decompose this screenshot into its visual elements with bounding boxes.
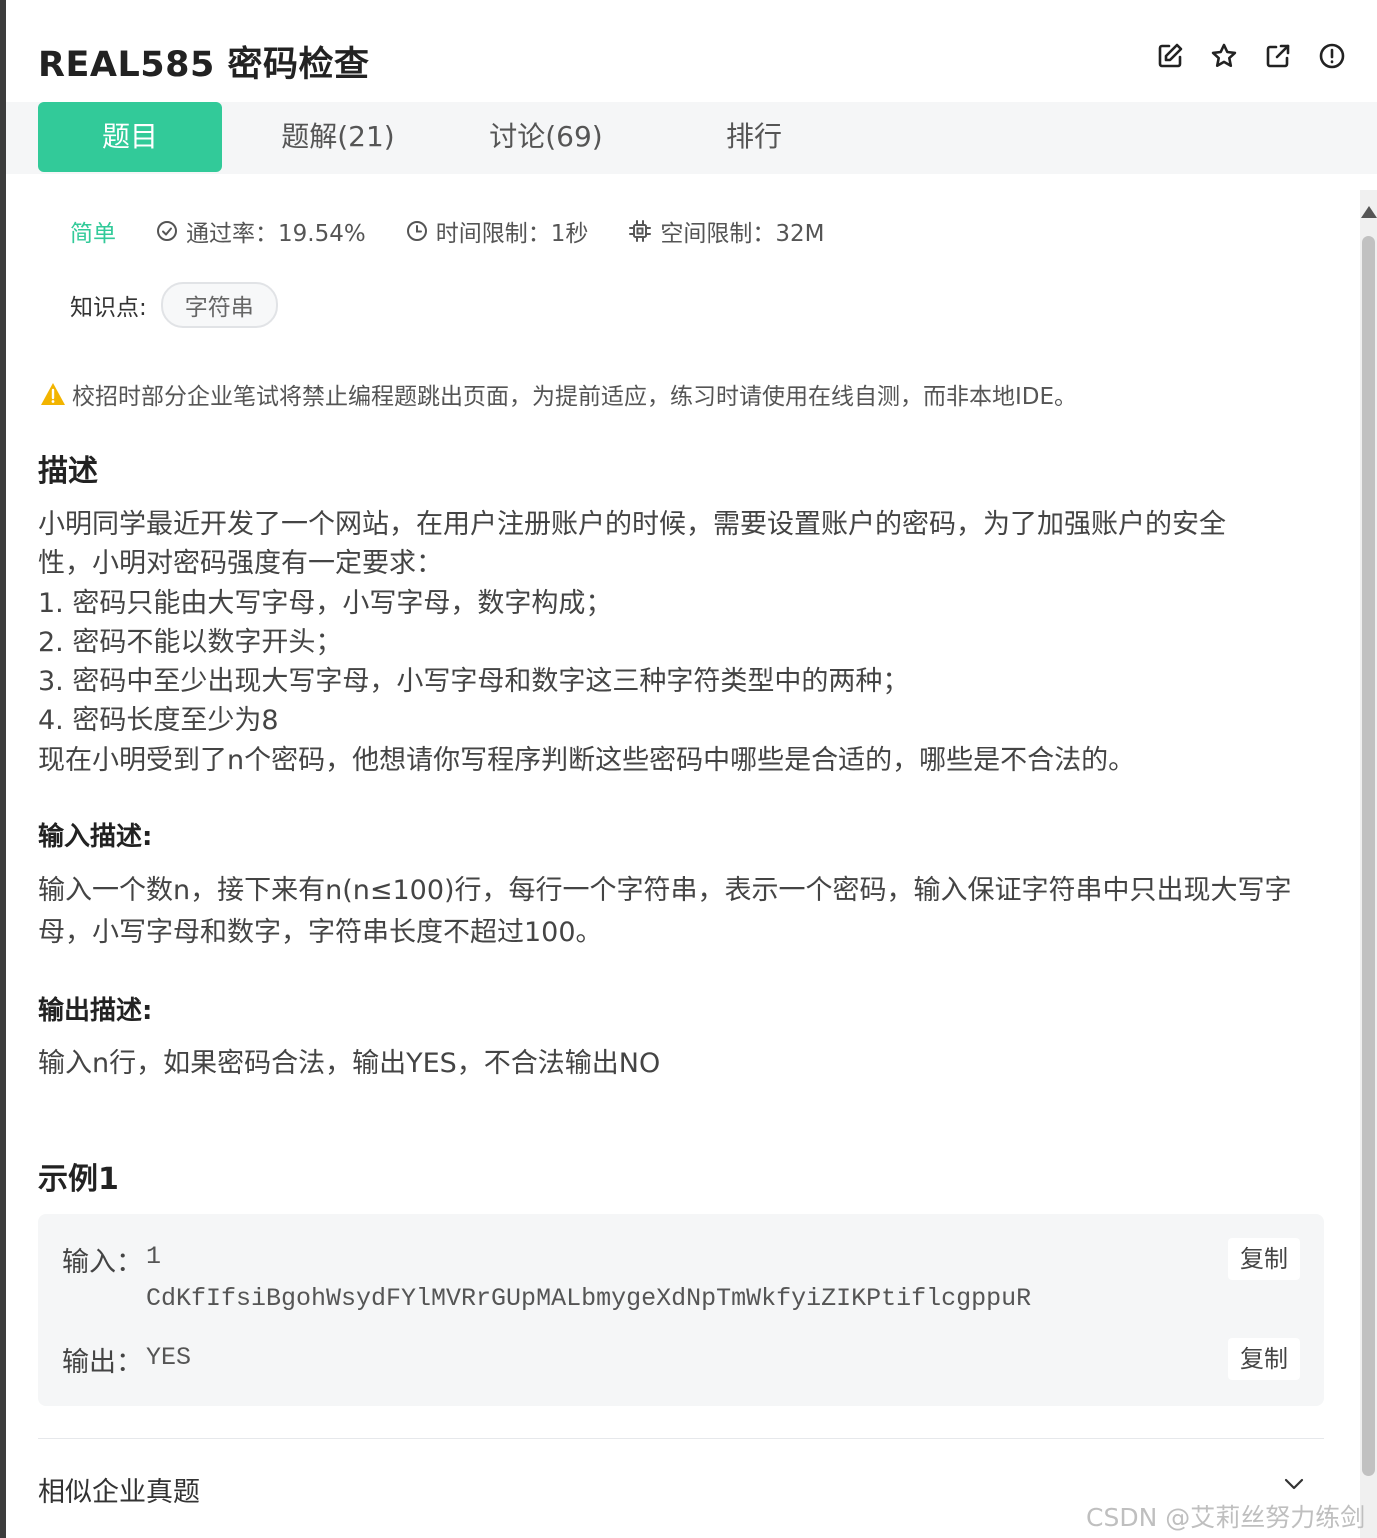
input-desc-line: 输入一个数n，接下来有n(n≤100)行，每行一个字符串，表示一个密码，输入保证… bbox=[38, 875, 1292, 906]
description-heading: 描述 bbox=[38, 454, 98, 489]
report-icon[interactable] bbox=[1316, 40, 1348, 72]
output-desc-heading: 输出描述: bbox=[38, 996, 153, 1026]
example-heading: 示例1 bbox=[38, 1162, 119, 1197]
example-input-value: 1 CdKfIfsiBgohWsydFYlMVRrGUpMALbmygeXdNp… bbox=[146, 1236, 1031, 1320]
description-line: 3. 密码中至少出现大写字母，小写字母和数字这三种字符类型中的两种； bbox=[38, 666, 910, 698]
pass-rate-text: 通过率：19.54% bbox=[186, 221, 366, 247]
description-line: 1. 密码只能由大写字母，小写字母，数字构成； bbox=[38, 587, 613, 619]
problem-content: 简单 通过率：19.54% 时间限制：1秒 空间限制：32M 知识点: 字符串 … bbox=[6, 174, 1360, 1538]
description-line: 2. 密码不能以数字开头； bbox=[38, 626, 343, 658]
time-limit: 时间限制：1秒 bbox=[406, 214, 589, 248]
space-limit-text: 空间限制：32M bbox=[660, 221, 825, 247]
share-icon[interactable] bbox=[1262, 40, 1294, 72]
space-limit: 空间限制：32M bbox=[628, 214, 824, 248]
scroll-up-arrow[interactable] bbox=[1361, 206, 1377, 218]
knowledge-points: 知识点: 字符串 bbox=[70, 282, 278, 328]
input-desc-body: 输入一个数n，接下来有n(n≤100)行，每行一个字符串，表示一个密码，输入保证… bbox=[38, 870, 1328, 954]
header-actions bbox=[1154, 40, 1348, 72]
check-circle-icon bbox=[157, 221, 177, 241]
time-limit-text: 时间限制：1秒 bbox=[435, 221, 589, 247]
edit-icon[interactable] bbox=[1154, 40, 1186, 72]
pass-rate: 通过率：19.54% bbox=[156, 214, 366, 248]
tab-bar: 题目 题解(21) 讨论(69) 排行 bbox=[6, 102, 1377, 174]
section-divider bbox=[38, 1438, 1324, 1439]
warning-icon bbox=[41, 383, 65, 405]
tag-chip[interactable]: 字符串 bbox=[160, 282, 278, 328]
star-icon[interactable] bbox=[1208, 40, 1240, 72]
tab-ranking[interactable]: 排行 bbox=[662, 102, 846, 172]
example-input-label: 输入： bbox=[62, 1247, 143, 1278]
description-body: 小明同学最近开发了一个网站，在用户注册账户的时候，需要设置账户的密码，为了加强账… bbox=[38, 505, 1328, 780]
description-line: 小明同学最近开发了一个网站，在用户注册账户的时候，需要设置账户的密码，为了加强账… bbox=[38, 509, 1226, 540]
example-output-value: YES bbox=[146, 1343, 192, 1372]
example-input-line: CdKfIfsiBgohWsydFYlMVRrGUpMALbmygeXdNpTm… bbox=[146, 1284, 1032, 1313]
tab-solutions[interactable]: 题解(21) bbox=[246, 102, 430, 172]
copy-input-button[interactable]: 复制 bbox=[1228, 1238, 1300, 1280]
difficulty-badge: 简单 bbox=[70, 221, 116, 247]
similar-problems-toggle[interactable]: 相似企业真题 bbox=[38, 1470, 200, 1509]
example-box: 输入： 1 CdKfIfsiBgohWsydFYlMVRrGUpMALbmyge… bbox=[38, 1214, 1324, 1406]
description-line: 性，小明对密码强度有一定要求： bbox=[38, 548, 443, 580]
chevron-down-icon[interactable] bbox=[1282, 1474, 1306, 1498]
problem-header: REAL585 密码检查 bbox=[6, 0, 1377, 102]
warning-text: 校招时部分企业笔试将禁止编程题跳出页面，为提前适应，练习时请使用在线自测，而非本… bbox=[72, 384, 1078, 410]
problem-meta: 简单 通过率：19.54% 时间限制：1秒 空间限制：32M bbox=[70, 214, 864, 248]
input-desc-heading: 输入描述: bbox=[38, 822, 153, 852]
description-line: 4. 密码长度至少为8 bbox=[38, 705, 279, 737]
tab-discussion[interactable]: 讨论(69) bbox=[454, 102, 638, 172]
copy-output-button[interactable]: 复制 bbox=[1228, 1338, 1300, 1380]
example-input-line: 1 bbox=[146, 1242, 162, 1271]
example-output-label: 输出： bbox=[62, 1347, 143, 1378]
input-desc-line: 母，小写字母和数字，字符串长度不超过100。 bbox=[38, 917, 603, 948]
chip-icon bbox=[629, 220, 652, 242]
output-desc-body: 输入n行，如果密码合法，输出YES，不合法输出NO bbox=[38, 1048, 661, 1079]
warning-notice: 校招时部分企业笔试将禁止编程题跳出页面，为提前适应，练习时请使用在线自测，而非本… bbox=[40, 377, 1077, 411]
watermark: CSDN @艾莉丝努力练剑 bbox=[1086, 1503, 1366, 1532]
tab-problem[interactable]: 题目 bbox=[38, 102, 222, 172]
problem-title: REAL585 密码检查 bbox=[38, 45, 370, 85]
knowledge-label: 知识点: bbox=[70, 295, 147, 321]
description-line: 现在小明受到了n个密码，他想请你写程序判断这些密码中哪些是合适的，哪些是不合法的… bbox=[38, 744, 1136, 776]
scrollbar-thumb[interactable] bbox=[1362, 236, 1375, 1476]
clock-icon bbox=[406, 221, 427, 241]
